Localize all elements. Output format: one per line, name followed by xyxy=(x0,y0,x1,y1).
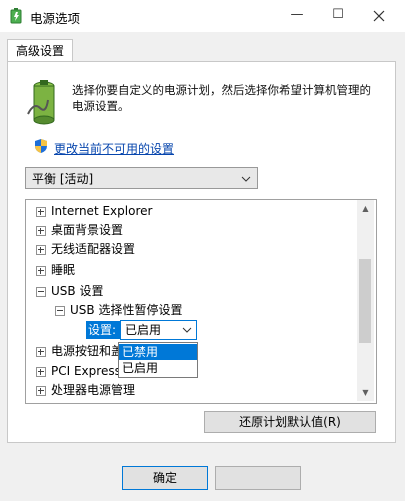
cancel-button[interactable] xyxy=(215,466,301,490)
setting-value: 已启用 xyxy=(125,323,162,337)
window-title: 电源选项 xyxy=(30,11,81,26)
scroll-down-arrow-icon[interactable]: ▼ xyxy=(357,384,374,401)
power-plan-value: 平衡 [活动] xyxy=(32,172,94,186)
usb-suspend-setting-select[interactable]: 已启用 xyxy=(120,320,197,340)
setting-label: 设置: xyxy=(86,321,124,339)
ok-button[interactable]: 确定 xyxy=(122,466,208,490)
title-bar: 电源选项 — ☐ xyxy=(0,0,405,32)
expand-icon[interactable] xyxy=(36,266,46,276)
power-plan-select[interactable]: 平衡 [活动] xyxy=(25,167,258,189)
settings-tree[interactable]: Internet Explorer 桌面背景设置 无线适配器设置 睡眠 USB … xyxy=(25,199,377,404)
scroll-up-arrow-icon[interactable]: ▲ xyxy=(357,200,374,217)
change-unavailable-settings-link[interactable]: 更改当前不可用的设置 xyxy=(54,140,174,157)
expand-icon[interactable] xyxy=(36,347,46,357)
collapse-icon[interactable] xyxy=(36,287,46,297)
chevron-down-icon xyxy=(241,176,251,182)
maximize-button[interactable]: ☐ xyxy=(318,0,358,32)
shield-icon xyxy=(35,139,47,153)
close-button[interactable] xyxy=(359,0,399,32)
battery-icon xyxy=(27,80,55,125)
expand-icon[interactable] xyxy=(36,386,46,396)
expand-icon[interactable] xyxy=(36,226,46,236)
dropdown-option-disabled[interactable]: 已禁用 xyxy=(119,344,197,360)
dropdown-option-enabled[interactable]: 已启用 xyxy=(119,360,197,376)
chevron-down-icon xyxy=(182,327,192,333)
expand-icon[interactable] xyxy=(36,245,46,255)
expand-icon[interactable] xyxy=(36,207,46,217)
close-icon xyxy=(373,10,385,22)
setting-dropdown-list[interactable]: 已禁用 已启用 xyxy=(118,342,198,378)
tab-advanced-settings[interactable]: 高级设置 xyxy=(7,39,74,62)
scroll-thumb[interactable] xyxy=(359,259,371,343)
tree-scrollbar[interactable]: ▲ ▼ xyxy=(357,200,374,401)
restore-defaults-button[interactable]: 还原计划默认值(R) xyxy=(204,411,376,433)
minimize-button[interactable]: — xyxy=(277,0,317,32)
description-text: 选择你要自定义的电源计划，然后选择你希望计算机管理的电源设置。 xyxy=(72,83,371,113)
collapse-icon[interactable] xyxy=(55,306,65,316)
expand-icon[interactable] xyxy=(36,367,46,377)
power-options-icon xyxy=(10,8,22,24)
